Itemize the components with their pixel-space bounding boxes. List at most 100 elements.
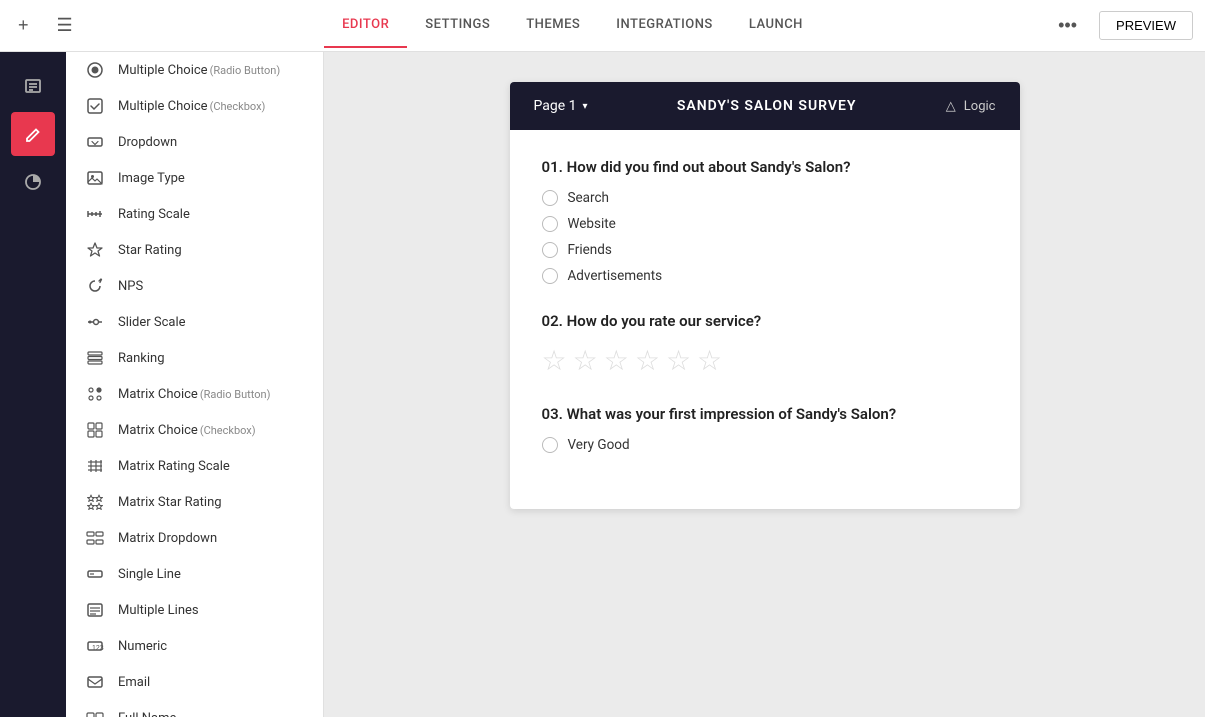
sidebar-label: Matrix Star Rating bbox=[118, 494, 222, 510]
svg-text:123: 123 bbox=[92, 645, 104, 652]
sidebar-label: Slider Scale bbox=[118, 314, 186, 330]
star-2[interactable]: ☆ bbox=[573, 344, 598, 377]
option-item[interactable]: Website bbox=[542, 216, 988, 232]
chart-icon[interactable] bbox=[11, 160, 55, 204]
star-1[interactable]: ☆ bbox=[542, 344, 567, 377]
survey-header-left: Page 1 ▾ bbox=[534, 98, 588, 114]
sidebar-label: Email bbox=[118, 674, 150, 690]
question-3: 03. What was your first impression of Sa… bbox=[542, 405, 988, 453]
forms-icon[interactable] bbox=[11, 64, 55, 108]
sidebar-item-slider-scale[interactable]: Slider Scale bbox=[66, 304, 323, 340]
option-label: Advertisements bbox=[568, 268, 663, 284]
page-label[interactable]: Page 1 bbox=[534, 98, 577, 114]
sidebar-item-single-line[interactable]: Single Line bbox=[66, 556, 323, 592]
sidebar-label: Matrix Choice(Radio Button) bbox=[118, 386, 270, 402]
question-2: 02. How do you rate our service?☆☆☆☆☆☆ bbox=[542, 312, 988, 377]
option-item[interactable]: Search bbox=[542, 190, 988, 206]
sidebar-label: Ranking bbox=[118, 350, 165, 366]
top-nav: + ☰ EDITORSETTINGSTHEMESINTEGRATIONSLAUN… bbox=[0, 0, 1205, 52]
radio-circle bbox=[542, 242, 558, 258]
nav-tab-settings[interactable]: SETTINGS bbox=[407, 3, 508, 48]
sidebar-item-star-rating[interactable]: Star Rating bbox=[66, 232, 323, 268]
sidebar-item-rating-scale[interactable]: Rating Scale bbox=[66, 196, 323, 232]
matrix-rating-icon bbox=[84, 457, 106, 475]
sidebar-item-multiple-choice-checkbox[interactable]: Multiple Choice(Checkbox) bbox=[66, 88, 323, 124]
survey-body: 01. How did you find out about Sandy's S… bbox=[510, 130, 1020, 509]
survey-header-right: △ Logic bbox=[946, 99, 996, 114]
sidebar-item-matrix-choice-radio[interactable]: Matrix Choice(Radio Button) bbox=[66, 376, 323, 412]
sidebar-item-image-type[interactable]: Image Type bbox=[66, 160, 323, 196]
rating-scale-icon bbox=[84, 205, 106, 223]
add-button[interactable]: + bbox=[12, 11, 35, 40]
logic-triangle-icon: △ bbox=[946, 99, 956, 114]
sidebar-item-full-name[interactable]: Full Name bbox=[66, 700, 323, 717]
top-nav-center: EDITORSETTINGSTHEMESINTEGRATIONSLAUNCH bbox=[132, 3, 1013, 48]
top-nav-left: + ☰ bbox=[12, 11, 132, 40]
sidebar-item-matrix-choice-checkbox[interactable]: Matrix Choice(Checkbox) bbox=[66, 412, 323, 448]
option-item[interactable]: Advertisements bbox=[542, 268, 988, 284]
sidebar-item-numeric[interactable]: 123 Numeric bbox=[66, 628, 323, 664]
sidebar-item-matrix-star-rating[interactable]: Matrix Star Rating bbox=[66, 484, 323, 520]
sidebar-item-nps[interactable]: NPS bbox=[66, 268, 323, 304]
sidebar-item-multiple-lines[interactable]: Multiple Lines bbox=[66, 592, 323, 628]
question-text: 02. How do you rate our service? bbox=[542, 312, 988, 330]
matrix-dropdown-icon bbox=[84, 529, 106, 547]
radio-circle bbox=[542, 268, 558, 284]
matrix-radio-icon bbox=[84, 385, 106, 403]
question-1: 01. How did you find out about Sandy's S… bbox=[542, 158, 988, 284]
more-options-button[interactable]: ••• bbox=[1052, 11, 1083, 40]
radio-icon bbox=[84, 61, 106, 79]
survey-card: Page 1 ▾ SANDY'S SALON SURVEY △ Logic 01… bbox=[510, 82, 1020, 509]
star-3[interactable]: ☆ bbox=[604, 344, 629, 377]
sidebar-item-matrix-dropdown[interactable]: Matrix Dropdown bbox=[66, 520, 323, 556]
sidebar-label: Matrix Choice(Checkbox) bbox=[118, 422, 256, 438]
sidebar-item-ranking[interactable]: Ranking bbox=[66, 340, 323, 376]
nav-tab-themes[interactable]: THEMES bbox=[508, 3, 598, 48]
sidebar-item-matrix-rating-scale[interactable]: Matrix Rating Scale bbox=[66, 448, 323, 484]
numeric-icon: 123 bbox=[84, 637, 106, 655]
sidebar-label: Multiple Choice(Checkbox) bbox=[118, 98, 265, 114]
checkbox-icon bbox=[84, 97, 106, 115]
top-nav-right: ••• PREVIEW bbox=[1013, 11, 1193, 40]
star-row[interactable]: ☆☆☆☆☆☆ bbox=[542, 344, 988, 377]
chevron-down-icon: ▾ bbox=[583, 101, 588, 112]
option-label: Friends bbox=[568, 242, 612, 258]
slider-icon bbox=[84, 313, 106, 331]
sidebar-label: Numeric bbox=[118, 638, 167, 654]
sidebar-label: Dropdown bbox=[118, 134, 177, 150]
dropdown-icon bbox=[84, 133, 106, 151]
radio-circle bbox=[542, 190, 558, 206]
nav-tab-integrations[interactable]: INTEGRATIONS bbox=[598, 3, 731, 48]
star-5[interactable]: ☆ bbox=[666, 344, 691, 377]
option-item[interactable]: Friends bbox=[542, 242, 988, 258]
sidebar-label: Single Line bbox=[118, 566, 181, 582]
option-label: Website bbox=[568, 216, 616, 232]
image-icon bbox=[84, 169, 106, 187]
survey-header: Page 1 ▾ SANDY'S SALON SURVEY △ Logic bbox=[510, 82, 1020, 130]
radio-circle bbox=[542, 216, 558, 232]
icon-sidebar bbox=[0, 52, 66, 717]
edit-icon[interactable] bbox=[11, 112, 55, 156]
option-item[interactable]: Very Good bbox=[542, 437, 988, 453]
sidebar-label: Full Name bbox=[118, 710, 176, 717]
ranking-icon bbox=[84, 349, 106, 367]
star-6[interactable]: ☆ bbox=[697, 344, 722, 377]
preview-button[interactable]: PREVIEW bbox=[1099, 11, 1193, 40]
sidebar-label: Multiple Choice(Radio Button) bbox=[118, 62, 280, 78]
full-name-icon bbox=[84, 709, 106, 717]
logic-label[interactable]: Logic bbox=[964, 99, 996, 114]
sidebar-label: Matrix Dropdown bbox=[118, 530, 217, 546]
nav-tab-launch[interactable]: LAUNCH bbox=[731, 3, 821, 48]
star-4[interactable]: ☆ bbox=[635, 344, 660, 377]
question-text: 03. What was your first impression of Sa… bbox=[542, 405, 988, 423]
question-text: 01. How did you find out about Sandy's S… bbox=[542, 158, 988, 176]
matrix-checkbox-icon bbox=[84, 421, 106, 439]
sidebar-item-multiple-choice-radio[interactable]: Multiple Choice(Radio Button) bbox=[66, 52, 323, 88]
sidebar-label: Matrix Rating Scale bbox=[118, 458, 230, 474]
star-icon bbox=[84, 241, 106, 259]
sidebar-label: Image Type bbox=[118, 170, 185, 186]
sidebar-item-dropdown[interactable]: Dropdown bbox=[66, 124, 323, 160]
nav-tab-editor[interactable]: EDITOR bbox=[324, 3, 407, 48]
menu-button[interactable]: ☰ bbox=[51, 11, 79, 40]
sidebar-item-email[interactable]: Email bbox=[66, 664, 323, 700]
